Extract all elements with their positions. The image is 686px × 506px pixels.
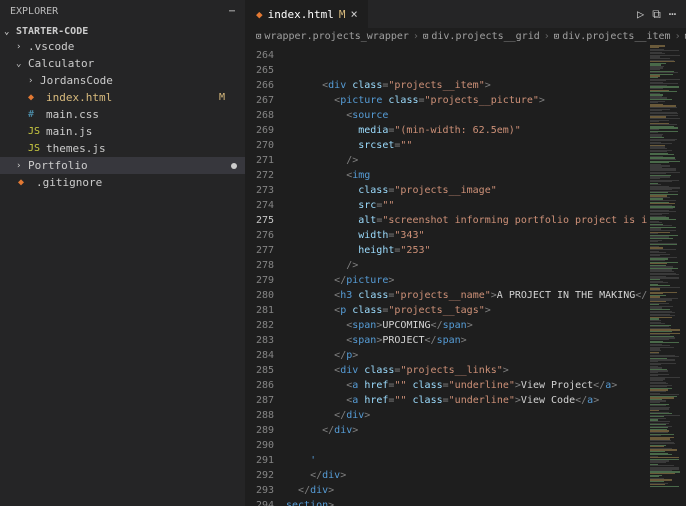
chevron-down-icon: ⌄ xyxy=(16,59,28,69)
modified-indicator: M xyxy=(339,8,346,21)
git-icon: ◆ xyxy=(18,177,32,188)
run-icon[interactable]: ▷ xyxy=(637,7,644,21)
code-content[interactable]: <div class="projects__item"> <picture cl… xyxy=(286,45,648,506)
file-themes-js[interactable]: JS themes.js xyxy=(0,140,245,157)
brackets-icon: ⊡ xyxy=(554,32,559,42)
folder-calculator[interactable]: ⌄ Calculator xyxy=(0,55,245,72)
file-main-js[interactable]: JS main.js xyxy=(0,123,245,140)
dot-indicator xyxy=(231,163,237,169)
explorer-title: EXPLORER xyxy=(10,6,58,17)
js-icon: JS xyxy=(28,126,42,137)
chevron-right-icon: › xyxy=(16,161,28,171)
html-icon: ◆ xyxy=(28,92,42,103)
chevron-right-icon: › xyxy=(544,31,550,42)
modified-badge: M xyxy=(219,92,225,103)
file-main-css[interactable]: # main.css xyxy=(0,106,245,123)
folder-portfolio[interactable]: › Portfolio xyxy=(0,157,245,174)
tab-index-html[interactable]: ◆ index.html M × xyxy=(246,0,369,28)
brackets-icon: ⊡ xyxy=(256,32,261,42)
chevron-right-icon: › xyxy=(413,31,419,42)
chevron-right-icon: › xyxy=(16,42,28,52)
breadcrumb[interactable]: ⊡wrapper.projects_wrapper › ⊡div.project… xyxy=(246,28,686,45)
file-gitignore[interactable]: ◆ .gitignore xyxy=(0,174,245,191)
file-index-html[interactable]: ◆ index.html M xyxy=(0,89,245,106)
html-icon: ◆ xyxy=(256,8,263,21)
workspace-root[interactable]: ⌄ STARTER-CODE xyxy=(0,25,245,38)
brackets-icon: ⊡ xyxy=(423,32,428,42)
folder-vscode[interactable]: › .vscode xyxy=(0,38,245,55)
code-editor[interactable]: 2642652662672682692702712722732742752762… xyxy=(246,45,686,506)
chevron-right-icon: › xyxy=(675,31,681,42)
explorer-sidebar: EXPLORER ⋯ ⌄ STARTER-CODE › .vscode ⌄ Ca… xyxy=(0,0,246,506)
folder-jordanscode[interactable]: › JordansCode xyxy=(0,72,245,89)
css-icon: # xyxy=(28,109,42,120)
more-icon[interactable]: ⋯ xyxy=(229,6,235,17)
chevron-right-icon: › xyxy=(28,76,40,86)
js-icon: JS xyxy=(28,143,42,154)
close-icon[interactable]: × xyxy=(350,7,357,21)
chevron-down-icon: ⌄ xyxy=(4,27,16,37)
more-icon[interactable]: ⋯ xyxy=(669,7,676,21)
line-gutter: 2642652662672682692702712722732742752762… xyxy=(246,45,286,506)
split-icon[interactable]: ⧉ xyxy=(652,7,661,22)
tab-bar: ◆ index.html M × ▷ ⧉ ⋯ xyxy=(246,0,686,28)
minimap[interactable] xyxy=(648,45,686,506)
